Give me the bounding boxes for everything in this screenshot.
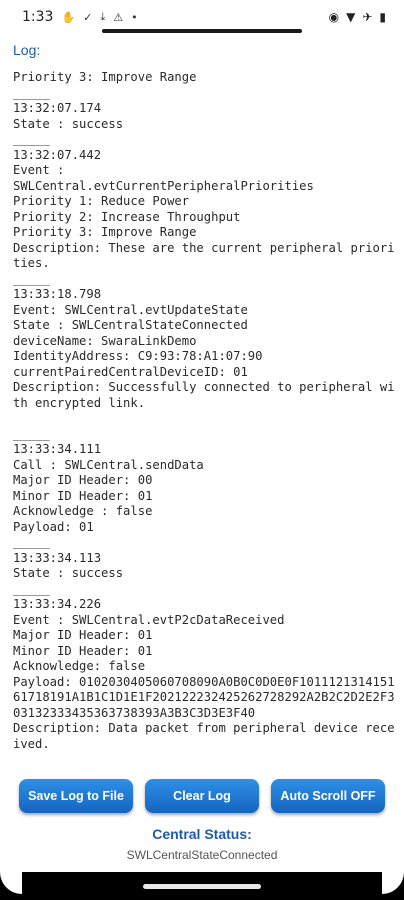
auto-scroll-button[interactable]: Auto Scroll OFF bbox=[271, 779, 385, 813]
screen-corner-left bbox=[0, 872, 22, 894]
status-time: 1:33 bbox=[22, 9, 54, 25]
alert-icon: ⚠ bbox=[113, 10, 124, 24]
button-row: Save Log to File Clear Log Auto Scroll O… bbox=[0, 779, 404, 815]
log-header: Log: bbox=[13, 42, 41, 58]
home-indicator[interactable] bbox=[143, 884, 261, 889]
hand-icon: ✋ bbox=[61, 10, 76, 24]
clear-log-button[interactable]: Clear Log bbox=[145, 779, 259, 813]
log-scroll-area[interactable]: Priority 3: Improve Range _____ 13:32:07… bbox=[13, 70, 397, 762]
download-icon: ⤓ bbox=[100, 10, 106, 23]
screen-corner-right bbox=[382, 872, 404, 894]
checkmark-icon: ✓ bbox=[83, 10, 93, 24]
airplane-icon: ✈ bbox=[362, 10, 373, 24]
log-text: Priority 3: Improve Range _____ 13:32:07… bbox=[13, 70, 395, 751]
eye-icon: ◉ bbox=[328, 10, 340, 24]
central-status-value: SWLCentralStateConnected bbox=[126, 848, 278, 862]
status-left: 1:33 ✋ ✓ ⤓ ⚠ • bbox=[22, 9, 138, 25]
save-log-button[interactable]: Save Log to File bbox=[19, 779, 133, 813]
camera-cutout bbox=[102, 29, 302, 33]
dot-icon: • bbox=[131, 10, 138, 24]
status-right: ◉ ▼ ✈ ▮ bbox=[329, 10, 386, 24]
wifi-icon: ▼ bbox=[346, 10, 356, 24]
battery-icon: ▮ bbox=[379, 10, 386, 24]
central-status-label: Central Status: bbox=[152, 826, 252, 842]
